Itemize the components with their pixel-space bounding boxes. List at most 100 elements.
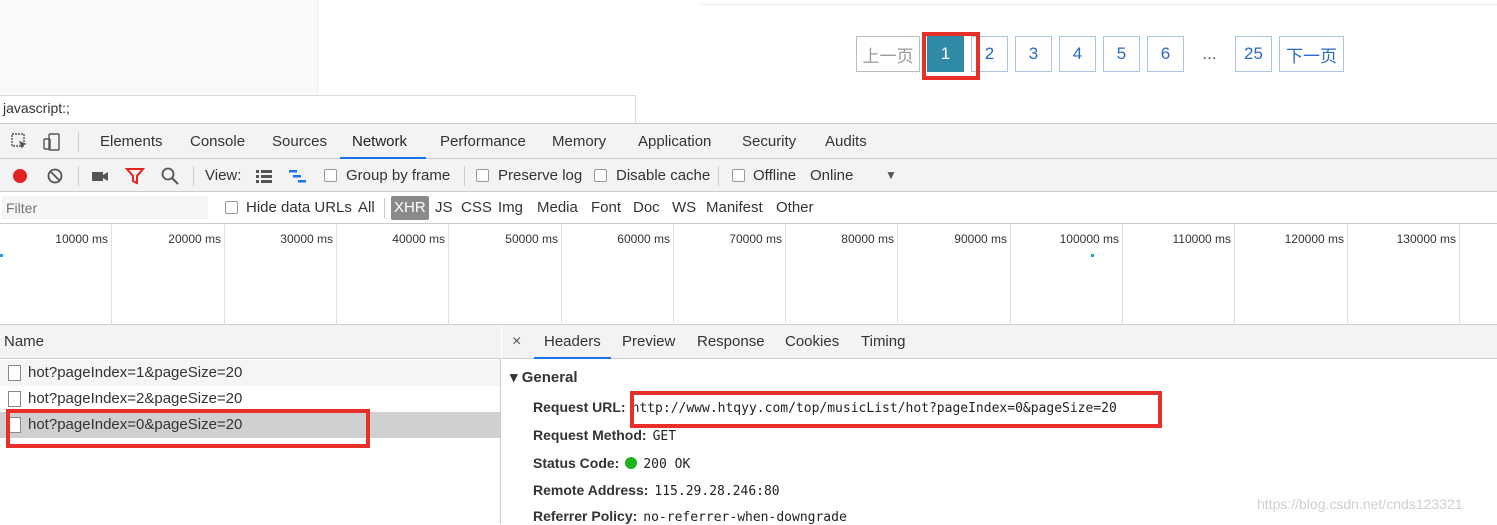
tab-performance[interactable]: Performance (428, 124, 538, 159)
preserve-log-label: Preserve log (498, 167, 583, 184)
tab-response[interactable]: Response (687, 325, 775, 359)
toolbar-separator (718, 166, 719, 186)
file-icon (8, 391, 21, 407)
filter-separator (384, 198, 385, 218)
next-page-button[interactable]: 下一页 (1279, 36, 1344, 72)
type-filter-css[interactable]: CSS (461, 192, 492, 224)
detail-tab-bar: × Headers Preview Response Cookies Timin… (502, 325, 1497, 359)
disable-cache-label: Disable cache (616, 167, 711, 184)
request-method-field: Request Method: GET (533, 427, 676, 444)
prev-page-button[interactable]: 上一页 (856, 36, 920, 72)
status-ok-icon (625, 457, 638, 469)
tab-cookies[interactable]: Cookies (775, 325, 849, 359)
tab-security[interactable]: Security (730, 124, 808, 159)
search-icon[interactable] (160, 166, 180, 186)
tab-headers[interactable]: Headers (534, 325, 611, 359)
field-key: Status Code: (533, 455, 620, 471)
network-toolbar: View: Group by frame Preserve log Disabl… (0, 159, 1497, 192)
page-6-button[interactable]: 6 (1147, 36, 1184, 72)
name-column-header[interactable]: Name (0, 325, 501, 359)
remote-address-value: 115.29.28.246:80 (654, 484, 780, 499)
record-icon[interactable] (10, 166, 30, 186)
page-4-button[interactable]: 4 (1059, 36, 1096, 72)
type-filter-ws[interactable]: WS (672, 192, 696, 224)
tab-network[interactable]: Network (340, 124, 426, 159)
tab-sources[interactable]: Sources (260, 124, 339, 159)
devtools-tab-bar: Elements Console Sources Network Perform… (0, 124, 1497, 159)
request-row[interactable]: hot?pageIndex=2&pageSize=20 (0, 386, 500, 412)
page-1-button[interactable]: 1 (927, 36, 964, 72)
tab-memory[interactable]: Memory (540, 124, 618, 159)
throttling-select[interactable]: Online (810, 159, 853, 192)
request-url-field: Request URL: http://www.htqyy.com/top/mus… (533, 399, 1117, 416)
type-filter-manifest[interactable]: Manifest (706, 192, 763, 224)
referrer-policy-field: Referrer Policy: no-referrer-when-downgra… (533, 508, 847, 525)
type-filter-xhr[interactable]: XHR (391, 196, 429, 220)
status-bar-url: javascript:; (0, 95, 636, 123)
file-icon (8, 365, 21, 381)
tab-audits[interactable]: Audits (813, 124, 879, 159)
request-detail-panel: × Headers Preview Response Cookies Timin… (502, 325, 1497, 525)
close-icon[interactable]: × (512, 325, 521, 359)
timeline-overview[interactable]: 10000 ms 20000 ms 30000 ms 40000 ms 50000 ms… (0, 224, 1497, 325)
request-row-selected[interactable]: hot?pageIndex=0&pageSize=20 (0, 412, 500, 438)
filter-input[interactable] (2, 196, 208, 219)
toolbar-separator (464, 166, 465, 186)
remote-address-field: Remote Address: 115.29.28.246:80 (533, 482, 780, 499)
request-name: hot?pageIndex=2&pageSize=20 (28, 390, 243, 407)
tab-separator (78, 132, 79, 152)
tab-timing[interactable]: Timing (851, 325, 915, 359)
group-by-frame-checkbox[interactable] (324, 169, 337, 182)
pagination-ellipsis: ... (1191, 36, 1228, 72)
large-rows-icon[interactable] (254, 166, 274, 186)
page-3-button[interactable]: 3 (1015, 36, 1052, 72)
offline-label: Offline (753, 167, 797, 184)
devtools-panel: Elements Console Sources Network Perform… (0, 123, 1497, 525)
preserve-log-checkbox[interactable] (476, 169, 489, 182)
field-key: Request URL: (533, 399, 626, 415)
pagination: 上一页 1 2 3 4 5 6 ... 25 下一页 (856, 36, 1351, 72)
type-filter-js[interactable]: JS (435, 192, 453, 224)
inspect-element-icon[interactable] (10, 132, 30, 152)
disable-cache-checkbox[interactable] (594, 169, 607, 182)
tab-console[interactable]: Console (178, 124, 257, 159)
offline-checkbox[interactable] (732, 169, 745, 182)
tab-preview[interactable]: Preview (612, 325, 685, 359)
request-url-value: http://www.htqyy.com/top/musicList/hot?p… (631, 401, 1117, 416)
group-by-frame-label: Group by frame (346, 167, 451, 184)
page-25-button[interactable]: 25 (1235, 36, 1272, 72)
type-filter-media[interactable]: Media (537, 192, 578, 224)
hide-data-urls-label: Hide data URLs (246, 199, 352, 216)
field-key: Remote Address: (533, 482, 649, 498)
request-name: hot?pageIndex=0&pageSize=20 (28, 416, 243, 433)
chevron-down-icon[interactable]: ▼ (885, 159, 897, 192)
camera-icon[interactable] (90, 166, 110, 186)
watermark: https://blog.csdn.net/cnds123321 (1257, 496, 1463, 512)
page-2-button[interactable]: 2 (971, 36, 1008, 72)
hide-data-urls-checkbox[interactable] (225, 201, 238, 214)
type-filter-img[interactable]: Img (498, 192, 523, 224)
timeline-tick-label: 130000 ms (1396, 232, 1456, 246)
type-filter-doc[interactable]: Doc (633, 192, 660, 224)
view-label: View: (205, 167, 242, 184)
timeline-gridline (0, 224, 1460, 325)
tab-application[interactable]: Application (626, 124, 723, 159)
general-section-toggle[interactable]: ▾ General (510, 368, 578, 386)
toolbar-separator (193, 166, 194, 186)
tab-elements[interactable]: Elements (88, 124, 175, 159)
request-row[interactable]: hot?pageIndex=1&pageSize=20 (0, 360, 500, 386)
page-5-button[interactable]: 5 (1103, 36, 1140, 72)
type-filter-all[interactable]: All (358, 192, 375, 224)
type-filter-other[interactable]: Other (776, 192, 814, 224)
field-key: Referrer Policy: (533, 508, 638, 524)
status-code-value: 200 OK (643, 457, 691, 472)
filter-bar: Hide data URLs All XHR JS CSS Img Media … (0, 192, 1497, 224)
request-method-value: GET (652, 429, 677, 444)
type-filter-font[interactable]: Font (591, 192, 621, 224)
field-key: Request Method: (533, 427, 647, 443)
filter-icon[interactable] (124, 166, 146, 186)
waterfall-icon[interactable] (288, 166, 308, 186)
device-toolbar-icon[interactable] (42, 132, 62, 152)
clear-icon[interactable] (45, 166, 65, 186)
file-icon (8, 417, 21, 433)
